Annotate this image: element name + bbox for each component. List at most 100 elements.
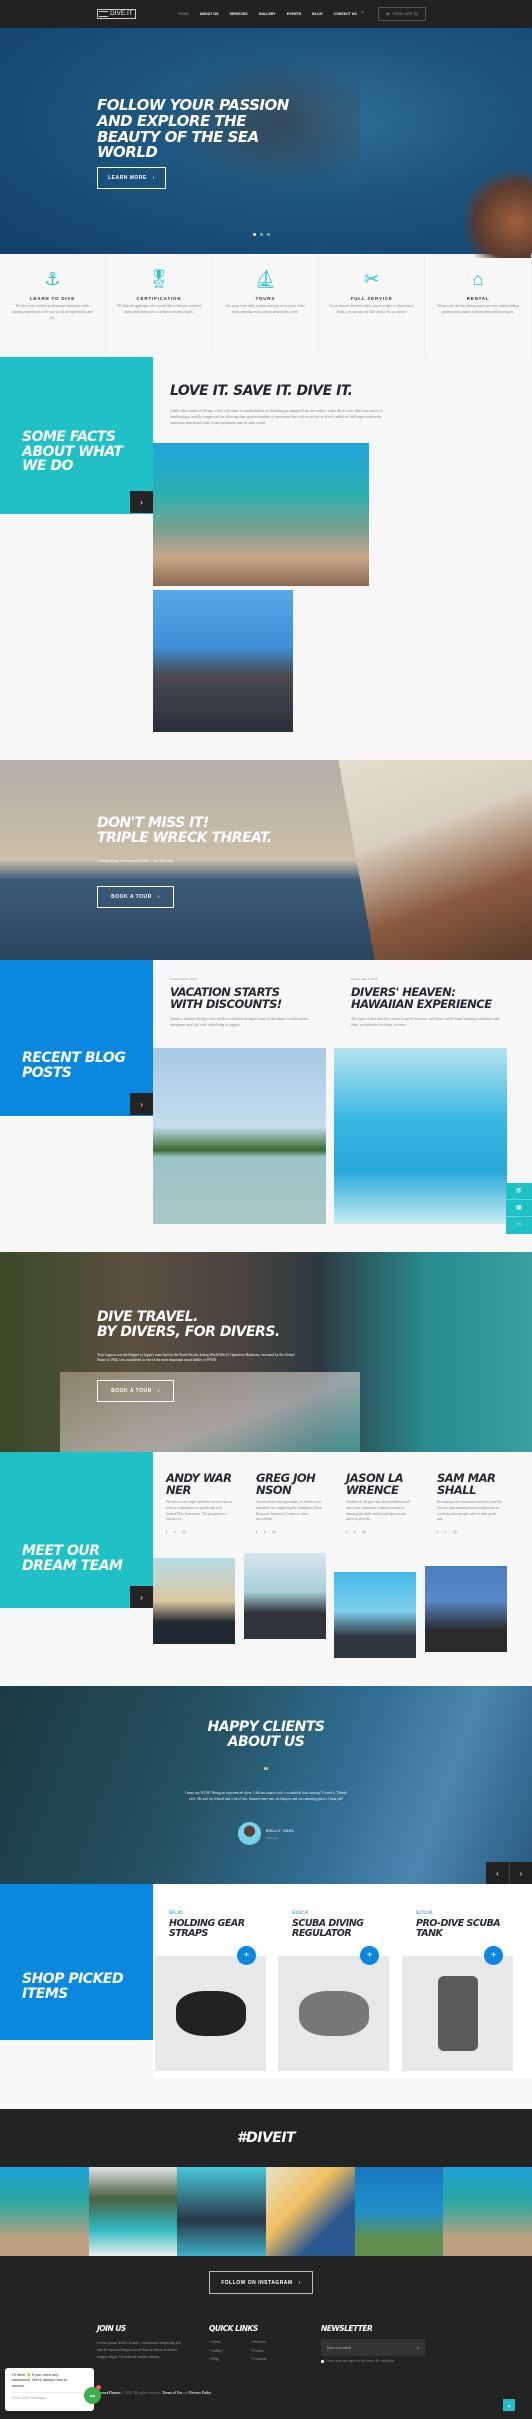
search-icon[interactable]: ⌕: [361, 10, 364, 17]
tools-icon: ✂: [364, 269, 380, 289]
nav-home[interactable]: HOME: [178, 12, 189, 16]
instagram-photo-coral[interactable]: [0, 2167, 89, 2256]
fins-icon: ⌂: [472, 269, 484, 289]
chat-icon: ▬: [90, 2392, 95, 2399]
product-name[interactable]: HOLDING GEAR STRAPS: [169, 1919, 264, 1939]
testimonial-prev-button[interactable]: ‹: [486, 1862, 509, 1884]
instagram-icon[interactable]: ◎: [182, 1529, 186, 1534]
chevron-right-icon: ›: [157, 894, 160, 900]
sailboat-image: [338, 760, 532, 960]
blog-post: Posted June 3, 2016 DIVERS' HEAVEN: HAWA…: [351, 977, 511, 1029]
link-gallery[interactable]: • Gallery: [209, 2347, 251, 2356]
add-to-cart-button[interactable]: +: [360, 1946, 379, 1965]
newsletter-email-input[interactable]: Enter you email ›: [321, 2339, 425, 2356]
instagram-icon[interactable]: ◎: [453, 1529, 457, 1534]
facebook-icon[interactable]: f: [256, 1529, 257, 1534]
social-links: f t ◎: [437, 1529, 503, 1534]
post-excerpt: The types of dive sites this covers is v…: [351, 1017, 500, 1027]
logo-lines-icon: [99, 11, 108, 17]
logo[interactable]: DIVE.IT: [97, 9, 136, 19]
twitter-icon[interactable]: t: [354, 1529, 355, 1534]
twitter-icon[interactable]: t: [174, 1529, 175, 1534]
window-icon[interactable]: ▭: [506, 1217, 532, 1234]
sailboat-icon: ⛵︎: [253, 269, 277, 289]
hero-title: FOLLOW YOUR PASSION AND EXPLORE THE BEAU…: [97, 96, 289, 162]
twitter-icon[interactable]: t: [445, 1529, 446, 1534]
add-to-cart-button[interactable]: +: [237, 1946, 256, 1965]
slider-dot-2[interactable]: [260, 233, 263, 236]
nav-contact[interactable]: CONTACT US: [334, 12, 357, 16]
learn-more-button[interactable]: LEARN MORE ›: [97, 167, 166, 189]
instagram-icon[interactable]: ◎: [362, 1529, 366, 1534]
product-card[interactable]: $470.00 PRO-DIVE SCUBA TANK +: [402, 1911, 514, 2071]
promo2-text: Truk Lagoon was the Empire of Japan's ma…: [97, 1353, 295, 1363]
privacy-link[interactable]: Privacy Policy: [189, 2391, 211, 2395]
facts-next-button[interactable]: ›: [130, 491, 153, 513]
product-name[interactable]: PRO-DIVE SCUBA TANK: [416, 1919, 511, 1939]
cart-icon[interactable]: 🛒︎: [506, 1183, 532, 1200]
feature-text: We help all applicants who would like to…: [117, 304, 201, 314]
post-title[interactable]: VACATION STARTS WITH DISCOUNTS!: [170, 986, 290, 1010]
nav-services[interactable]: SERVICES: [230, 12, 248, 16]
testimonial-next-button[interactable]: ›: [509, 1862, 532, 1884]
instagram-photo-sailboat[interactable]: [266, 2167, 355, 2256]
follow-instagram-button[interactable]: FOLLOW ON INSTAGRAM ›: [209, 2271, 313, 2294]
link-services[interactable]: • Services: [251, 2338, 293, 2347]
twitter-icon[interactable]: t: [264, 1529, 265, 1534]
join-text: Lorem ipsum dolor sit amet, consectetur …: [97, 2341, 182, 2359]
feature-text: Get away from daily routine and join us …: [225, 304, 305, 314]
feature-text: If you haven't decided which course to t…: [329, 304, 414, 314]
link-about[interactable]: • About: [209, 2338, 251, 2347]
product-name[interactable]: SCUBA DIVING REGULATOR: [292, 1919, 387, 1939]
join-title: JOIN US: [97, 2324, 126, 2333]
instagram-photo-beach[interactable]: [88, 2167, 178, 2256]
product-regulator-image[interactable]: [278, 1956, 389, 2071]
link-blog[interactable]: • Blog: [209, 2355, 251, 2364]
product-straps-image[interactable]: [155, 1956, 266, 2071]
product-price: $470.00: [416, 1911, 433, 1916]
product-price: $350.90: [292, 1911, 309, 1916]
promo2-title: DIVE TRAVEL. BY DIVERS, FOR DIVERS.: [97, 1309, 280, 1340]
slider-dot-1[interactable]: [253, 233, 256, 236]
post-title[interactable]: DIVERS' HEAVEN: HAWAIIAN EXPERIENCE: [351, 986, 511, 1010]
link-events[interactable]: • Events: [251, 2347, 293, 2356]
terms-link[interactable]: Terms of Use: [162, 2391, 182, 2395]
feature-full-service: ✂ FULL SERVICE If you haven't decided wh…: [319, 254, 426, 357]
blog-next-button[interactable]: ›: [130, 1093, 153, 1115]
award-ribbon-icon: 🎖︎: [147, 269, 171, 289]
terms-checkbox[interactable]: [321, 2359, 324, 2363]
facebook-icon[interactable]: f: [346, 1529, 347, 1534]
nav-about[interactable]: ABOUT US: [200, 12, 219, 16]
book-tour-button-2[interactable]: BOOK A TOUR ›: [97, 1380, 174, 1402]
nav-events[interactable]: EVENTS: [287, 12, 301, 16]
testimonials-title: HAPPY CLIENTS ABOUT US: [207, 1719, 325, 1750]
nav-gallery[interactable]: GALLERY: [259, 12, 276, 16]
team-next-button[interactable]: ›: [130, 1586, 153, 1608]
add-to-cart-button[interactable]: +: [484, 1946, 503, 1965]
product-card[interactable]: $85.00 HOLDING GEAR STRAPS +: [155, 1911, 267, 2071]
member-name: JASON LAWRENCE: [346, 1471, 404, 1498]
quick-links: • About • Services • Gallery • Events • …: [209, 2338, 299, 2364]
member-name: SAM MARSHALL: [437, 1471, 496, 1498]
link-contacts[interactable]: • Contacts: [251, 2355, 293, 2364]
cart-button[interactable]: ▤ YOUR CART (0): [378, 7, 426, 21]
team-member: ANDY WARNER We have a very high candidat…: [166, 1472, 232, 1534]
submit-arrow-icon[interactable]: ›: [417, 2345, 419, 2351]
back-to-top-button[interactable]: ▲: [503, 2399, 515, 2411]
instagram-photo-coral-2[interactable]: [443, 2167, 532, 2256]
book-tour-button[interactable]: BOOK A TOUR ›: [97, 886, 174, 908]
facts-text: Unlike other modes of diving, which rely…: [170, 409, 383, 425]
instagram-photo-diver[interactable]: [354, 2167, 444, 2256]
facebook-icon[interactable]: f: [166, 1529, 167, 1534]
facebook-icon[interactable]: f: [437, 1529, 438, 1534]
slider-dot-3[interactable]: [267, 233, 270, 236]
nav-blog[interactable]: BLOG: [312, 12, 322, 16]
layout-icon[interactable]: ▦: [506, 1200, 532, 1217]
terms-checkbox-row[interactable]: I have read and agree to the terms & con…: [321, 2359, 394, 2363]
chat-input[interactable]: Enter your message...: [12, 2391, 87, 2400]
instagram-photo-divers[interactable]: [177, 2167, 267, 2256]
instagram-icon[interactable]: ◎: [272, 1529, 276, 1534]
product-card[interactable]: $350.90 SCUBA DIVING REGULATOR +: [278, 1911, 390, 2071]
instagram-feed: [0, 2167, 532, 2256]
product-tank-image[interactable]: [402, 1956, 513, 2071]
